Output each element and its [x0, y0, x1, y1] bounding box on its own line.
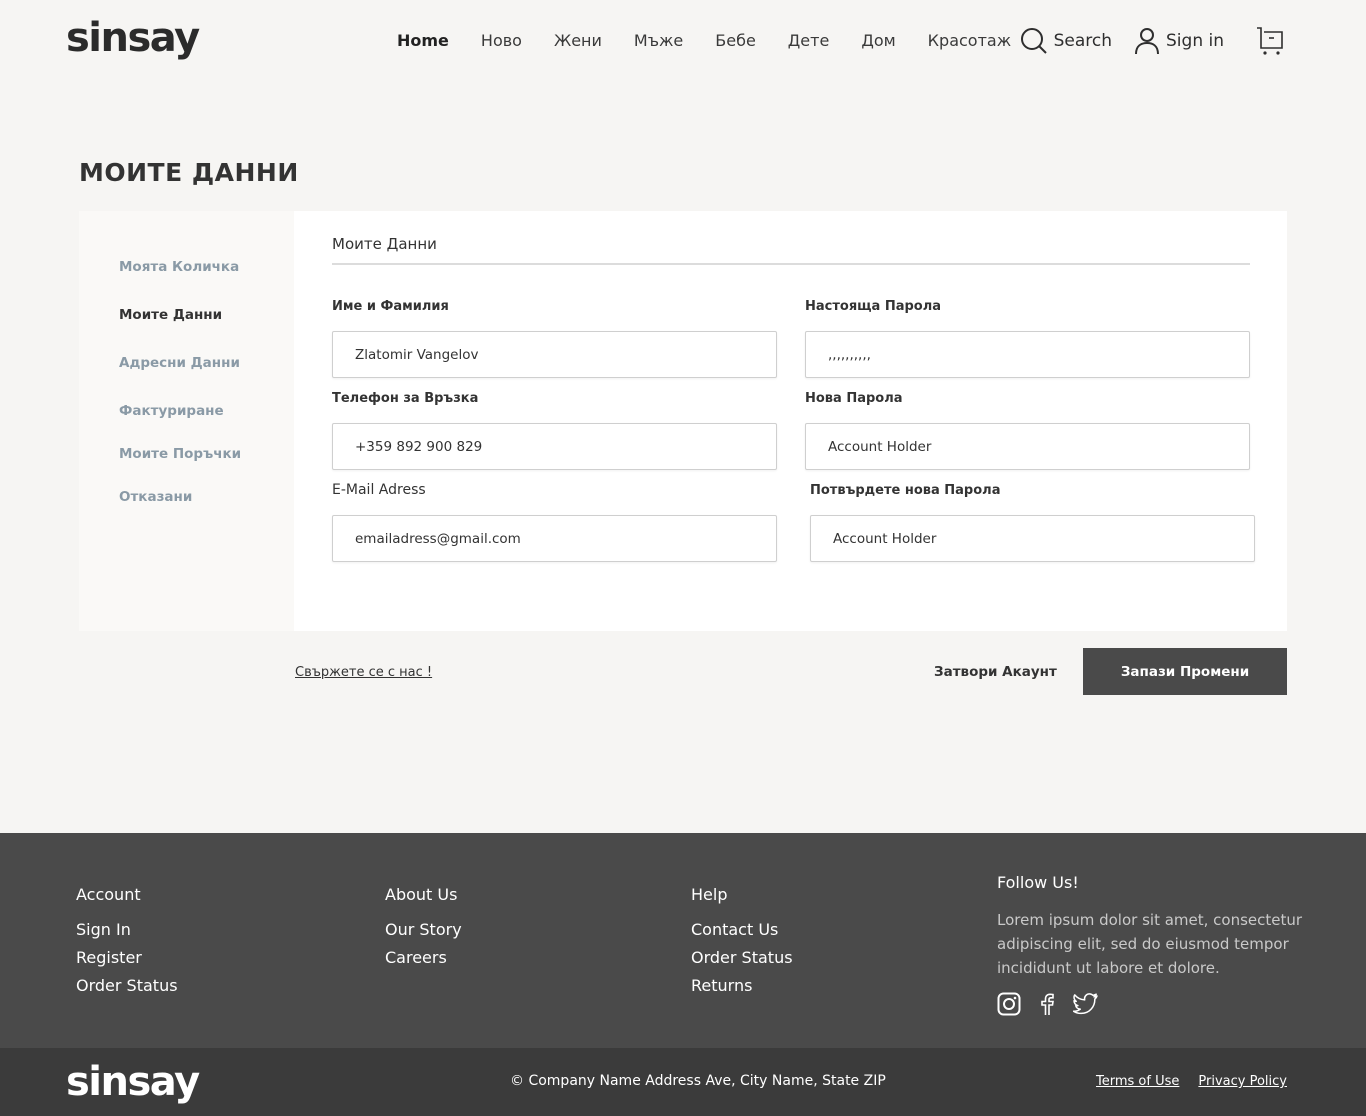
phone-label: Телефон за Връзка	[332, 391, 479, 406]
footer-link-careers[interactable]: Careers	[385, 948, 462, 968]
search-label: Search	[1053, 31, 1113, 51]
follow-title: Follow Us!	[997, 873, 1079, 892]
footer-link-returns[interactable]: Returns	[691, 976, 793, 996]
footer-account-column: Account Sign In Register Order Status	[76, 885, 178, 1004]
account-panel: Моята Количка Моите Данни Адресни Данни …	[79, 211, 1287, 631]
facebook-icon[interactable]	[1035, 992, 1059, 1016]
cart-button[interactable]	[1256, 26, 1290, 56]
nav-item-baby[interactable]: Бебе	[715, 30, 756, 52]
sidebar-item-cancelled[interactable]: Отказани	[119, 489, 192, 505]
nav-item-men[interactable]: Мъже	[634, 30, 683, 52]
sidebar-item-addresses[interactable]: Адресни Данни	[119, 355, 240, 371]
section-title: Моите Данни	[332, 235, 437, 253]
nav-item-kids[interactable]: Дете	[788, 30, 830, 52]
footer-logo[interactable]: sinsay	[66, 1058, 200, 1106]
name-label: Име и Фамилия	[332, 299, 449, 314]
privacy-policy-link[interactable]: Privacy Policy	[1198, 1074, 1287, 1089]
page-title: МОИТЕ ДАННИ	[79, 158, 299, 187]
footer-help-title: Help	[691, 885, 728, 904]
close-account-button[interactable]: Затвори Акаунт	[934, 664, 1057, 680]
terms-of-use-link[interactable]: Terms of Use	[1096, 1074, 1179, 1089]
footer-link-contact-us[interactable]: Contact Us	[691, 920, 793, 940]
footer-link-help-order-status[interactable]: Order Status	[691, 948, 793, 968]
current-password-field[interactable]	[805, 331, 1250, 378]
sidebar-item-billing[interactable]: Фактуриране	[119, 403, 224, 419]
phone-field[interactable]	[332, 423, 777, 470]
search-button[interactable]: Search	[1020, 27, 1112, 55]
nav-item-women[interactable]: Жени	[554, 30, 602, 52]
follow-text: Lorem ipsum dolor sit amet, consectetur …	[997, 911, 1303, 977]
section-divider	[332, 263, 1250, 265]
footer-link-order-status[interactable]: Order Status	[76, 976, 178, 996]
user-icon	[1135, 28, 1160, 55]
sidebar-item-my-data[interactable]: Моите Данни	[119, 307, 222, 323]
brand-logo[interactable]: sinsay	[66, 14, 200, 62]
footer-account-title: Account	[76, 885, 141, 904]
sidebar-item-orders[interactable]: Моите Поръчки	[119, 446, 241, 462]
footer-link-our-story[interactable]: Our Story	[385, 920, 462, 940]
current-password-label: Настояща Парола	[805, 299, 942, 314]
signin-label: Sign in	[1166, 31, 1224, 51]
new-password-label: Нова Парола	[805, 391, 903, 406]
instagram-icon[interactable]	[997, 992, 1021, 1016]
site-header: sinsay Home Ново Жени Мъже Бебе Дете Дом…	[0, 0, 1366, 84]
social-links	[997, 992, 1307, 1016]
contact-us-link[interactable]: Свържете се с нас !	[295, 665, 432, 680]
save-changes-button[interactable]: Запази Промени	[1083, 648, 1287, 695]
confirm-password-label: Потвърдете нова Парола	[810, 483, 1001, 498]
nav-item-home[interactable]: Home	[397, 30, 449, 52]
footer-about-title: About Us	[385, 885, 458, 904]
twitter-icon[interactable]	[1073, 992, 1099, 1016]
confirm-password-field[interactable]	[810, 515, 1255, 562]
copyright-text: © Company Name Address Ave, City Name, S…	[510, 1073, 886, 1089]
email-field[interactable]	[332, 515, 777, 562]
header-tools: Search Sign in	[998, 26, 1290, 56]
signin-button[interactable]: Sign in	[1134, 27, 1224, 55]
new-password-field[interactable]	[805, 423, 1250, 470]
cart-icon	[1257, 27, 1283, 55]
footer-link-register[interactable]: Register	[76, 948, 178, 968]
nav-item-home-decor[interactable]: Дом	[861, 30, 895, 52]
sidebar-item-cart[interactable]: Моята Количка	[119, 259, 239, 275]
footer-follow-column: Follow Us! Lorem ipsum dolor sit amet, c…	[997, 873, 1307, 1016]
footer-bottom-bar: sinsay © Company Name Address Ave, City …	[0, 1048, 1366, 1116]
email-label: E-Mail Adress	[332, 482, 426, 498]
main-nav: Home Ново Жени Мъже Бебе Дете Дом Красот…	[397, 30, 1043, 52]
account-sidebar: Моята Количка Моите Данни Адресни Данни …	[79, 211, 294, 631]
legal-links: Terms of Use Privacy Policy	[1096, 1074, 1287, 1089]
nav-item-new[interactable]: Ново	[481, 30, 522, 52]
search-icon	[1020, 28, 1047, 54]
site-footer: Account Sign In Register Order Status Ab…	[0, 833, 1366, 1048]
footer-link-sign-in[interactable]: Sign In	[76, 920, 178, 940]
footer-about-column: About Us Our Story Careers	[385, 885, 462, 976]
name-field[interactable]	[332, 331, 777, 378]
footer-help-column: Help Contact Us Order Status Returns	[691, 885, 793, 1004]
